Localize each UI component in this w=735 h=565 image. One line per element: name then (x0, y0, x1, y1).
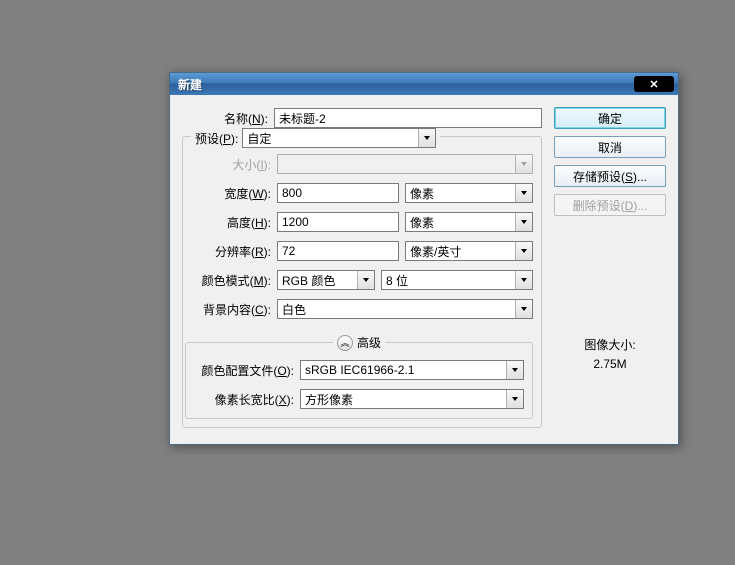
colormode-value: RGB 颜色 (282, 272, 335, 289)
collapse-icon: ︽ (337, 335, 353, 351)
chevron-down-icon (515, 300, 532, 318)
image-size-label: 图像大小: (554, 336, 666, 355)
pixelaspect-select[interactable]: 方形像素 (300, 389, 524, 409)
height-input[interactable] (277, 212, 399, 232)
chevron-down-icon (515, 213, 532, 231)
width-input[interactable] (277, 183, 399, 203)
resolution-unit-select[interactable]: 像素/英寸 (405, 241, 533, 261)
chevron-down-icon (357, 271, 374, 289)
resolution-label: 分辨率(R): (185, 243, 271, 260)
pixelaspect-row: 像素长宽比(X): 方形像素 (188, 388, 524, 410)
right-panel: 确定 取消 存储预设(S)... 删除预设(D)... 图像大小: 2.75M (554, 107, 666, 428)
pixelaspect-label: 像素长宽比(X): (188, 391, 294, 408)
save-preset-button[interactable]: 存储预设(S)... (554, 165, 666, 187)
width-label: 宽度(W): (185, 185, 271, 202)
resolution-row: 分辨率(R): 像素/英寸 (185, 240, 533, 262)
pixelaspect-value: 方形像素 (305, 391, 353, 408)
colorprofile-label: 颜色配置文件(O): (188, 362, 294, 379)
colorbits-select[interactable]: 8 位 (381, 270, 533, 290)
preset-select[interactable]: 自定 (242, 128, 436, 148)
resolution-unit-value: 像素/英寸 (410, 243, 461, 260)
chevron-down-icon (515, 155, 532, 173)
dialog-content: 名称(N): 预设(P): 自定 大小(I): (170, 95, 678, 444)
colorbits-value: 8 位 (386, 272, 408, 289)
size-select (277, 154, 533, 174)
advanced-fieldset: ︽ 高级 颜色配置文件(O): sRGB IEC61966-2.1 像素长宽比(… (185, 342, 533, 419)
preset-legend: 预设(P): 自定 (191, 128, 440, 148)
colormode-row: 颜色模式(M): RGB 颜色 8 位 (185, 269, 533, 291)
ok-button[interactable]: 确定 (554, 107, 666, 129)
bgcontent-row: 背景内容(C): 白色 (185, 298, 533, 320)
new-document-dialog: 新建 ✕ 名称(N): 预设(P): 自定 (169, 72, 679, 445)
height-row: 高度(H): 像素 (185, 211, 533, 233)
left-panel: 名称(N): 预设(P): 自定 大小(I): (182, 107, 542, 428)
colormode-select[interactable]: RGB 颜色 (277, 270, 375, 290)
height-unit-select[interactable]: 像素 (405, 212, 533, 232)
width-unit-value: 像素 (410, 185, 434, 202)
dialog-title: 新建 (178, 76, 202, 93)
colorprofile-row: 颜色配置文件(O): sRGB IEC61966-2.1 (188, 359, 524, 381)
image-size-value: 2.75M (554, 355, 666, 374)
chevron-down-icon (515, 242, 532, 260)
height-label: 高度(H): (185, 214, 271, 231)
delete-preset-button: 删除预设(D)... (554, 194, 666, 216)
chevron-down-icon (515, 271, 532, 289)
bgcontent-select[interactable]: 白色 (277, 299, 533, 319)
close-icon: ✕ (649, 78, 658, 91)
height-unit-value: 像素 (410, 214, 434, 231)
resolution-input[interactable] (277, 241, 399, 261)
size-row: 大小(I): (185, 153, 533, 175)
bgcontent-label: 背景内容(C): (185, 301, 271, 318)
name-input[interactable] (274, 108, 542, 128)
colorprofile-select[interactable]: sRGB IEC61966-2.1 (300, 360, 524, 380)
bgcontent-value: 白色 (282, 301, 306, 318)
advanced-legend[interactable]: ︽ 高级 (333, 334, 385, 351)
preset-label: 预设(P): (195, 130, 238, 147)
name-label: 名称(N): (182, 110, 268, 127)
name-row: 名称(N): (182, 107, 542, 129)
cancel-button[interactable]: 取消 (554, 136, 666, 158)
titlebar[interactable]: 新建 ✕ (170, 73, 678, 95)
size-label: 大小(I): (185, 156, 271, 173)
width-unit-select[interactable]: 像素 (405, 183, 533, 203)
chevron-down-icon (506, 390, 523, 408)
width-row: 宽度(W): 像素 (185, 182, 533, 204)
colormode-label: 颜色模式(M): (185, 272, 271, 289)
image-size-info: 图像大小: 2.75M (554, 336, 666, 374)
colorprofile-value: sRGB IEC61966-2.1 (305, 363, 414, 377)
chevron-down-icon (506, 361, 523, 379)
close-button[interactable]: ✕ (634, 76, 674, 92)
preset-value: 自定 (247, 130, 271, 147)
advanced-label: 高级 (357, 334, 381, 351)
chevron-down-icon (515, 184, 532, 202)
preset-fieldset: 预设(P): 自定 大小(I): 宽度(W): (182, 136, 542, 428)
chevron-down-icon (418, 129, 435, 147)
